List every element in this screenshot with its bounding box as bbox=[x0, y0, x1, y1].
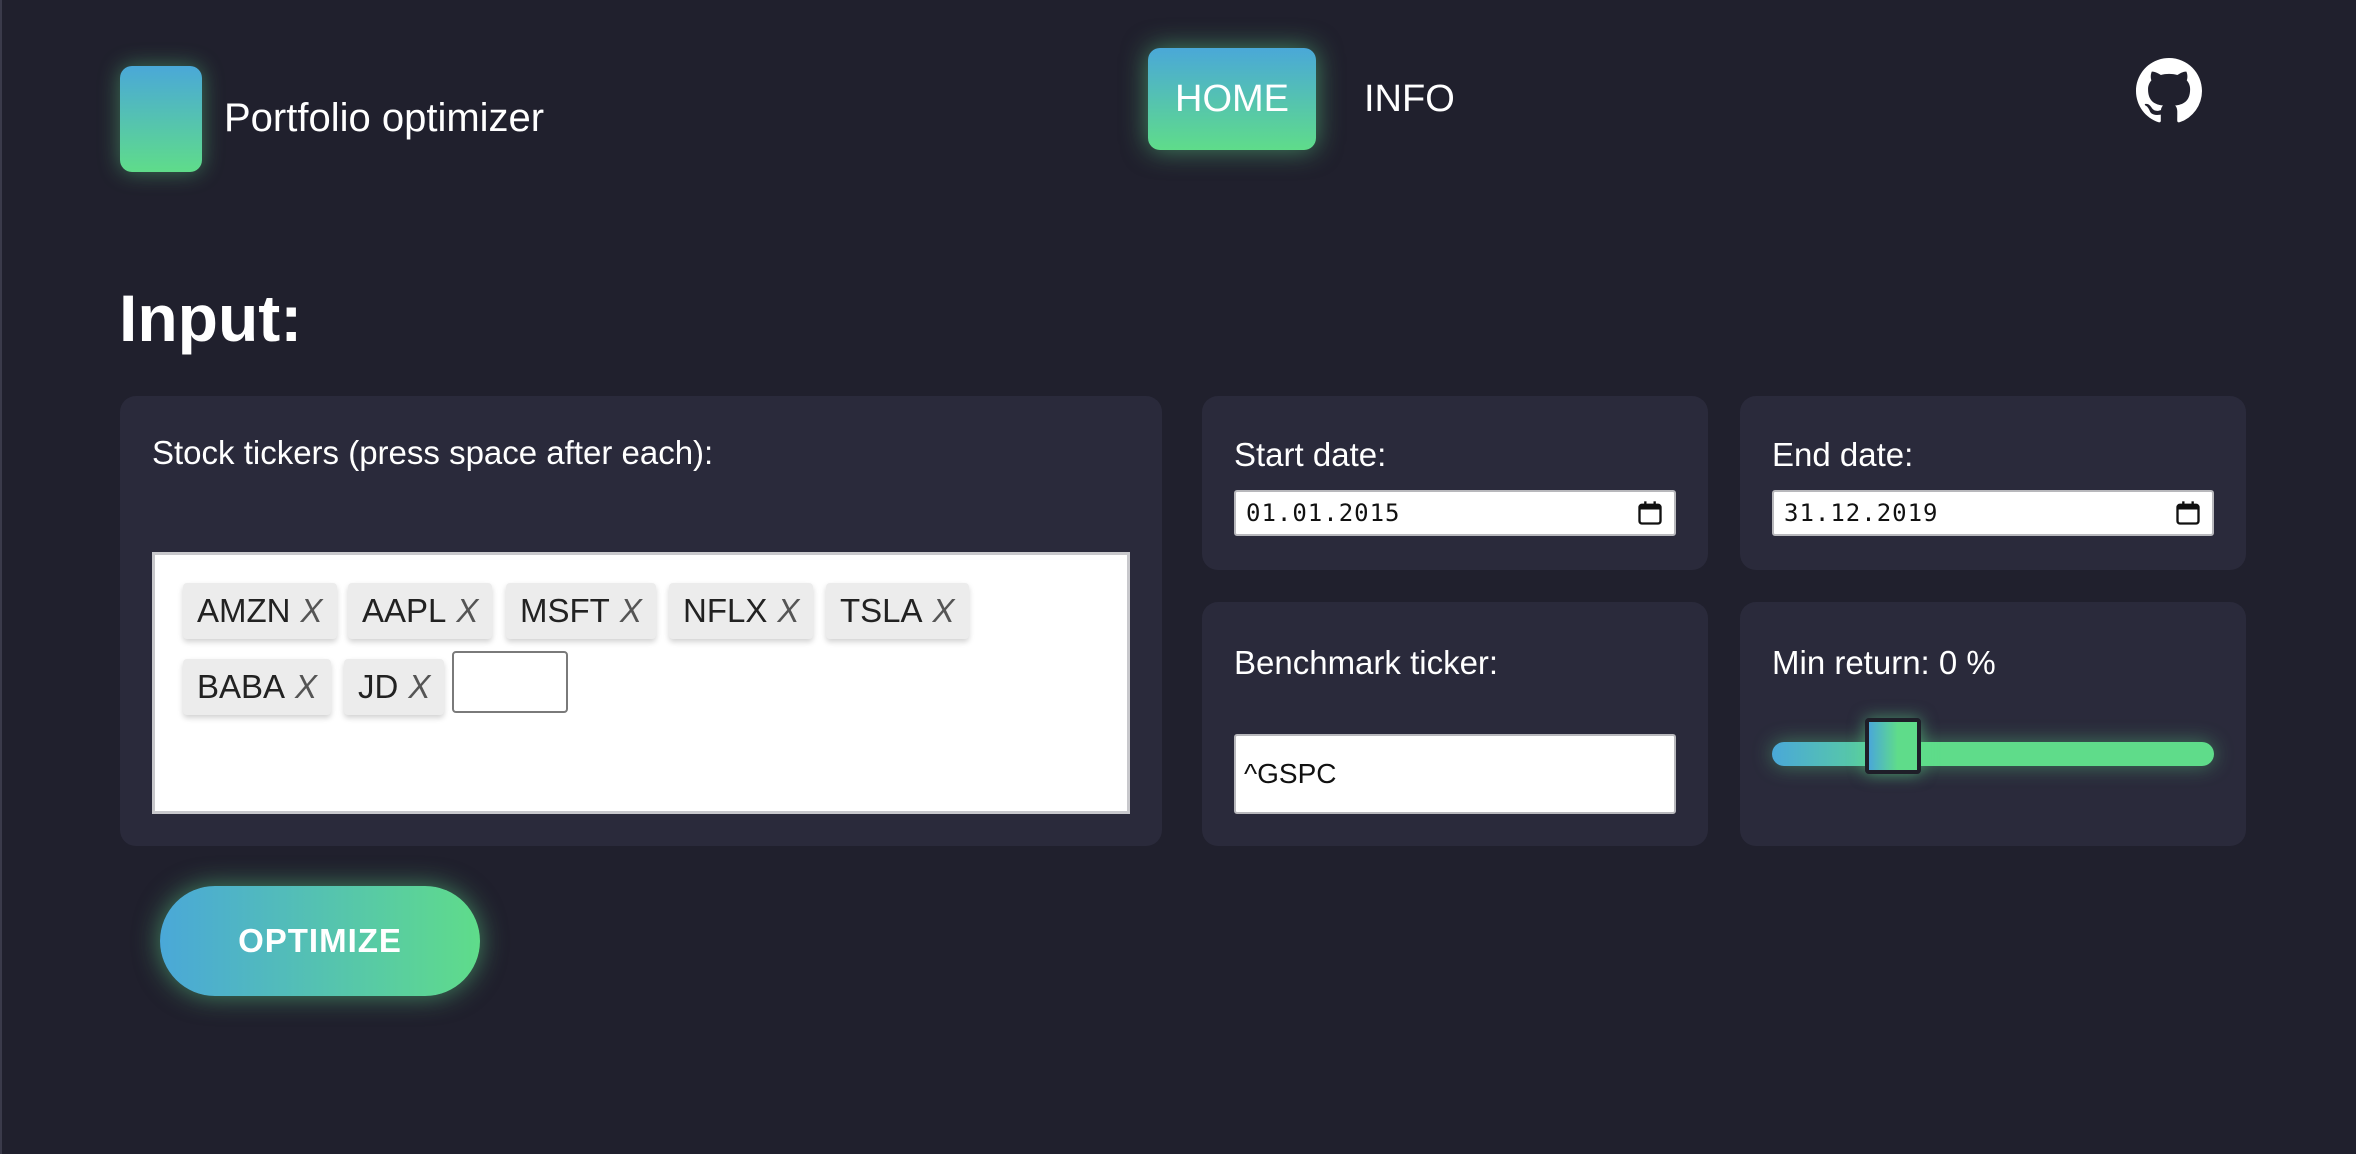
remove-tag-button[interactable]: X bbox=[301, 592, 323, 630]
ticker-tag: NFLX X bbox=[669, 583, 814, 639]
min-return-slider-track[interactable] bbox=[1772, 742, 2214, 766]
calendar-icon[interactable] bbox=[2174, 499, 2202, 527]
start-date-input[interactable]: 01.01.2015 bbox=[1234, 490, 1676, 536]
end-date-value: 31.12.2019 bbox=[1784, 499, 1939, 527]
remove-tag-button[interactable]: X bbox=[295, 668, 317, 706]
remove-tag-button[interactable]: X bbox=[408, 668, 430, 706]
tickers-input-box[interactable]: AMZN X AAPL X MSFT X NFLX X TSLA X BABA … bbox=[152, 552, 1130, 814]
github-icon[interactable] bbox=[2136, 58, 2202, 124]
end-date-card: End date: 31.12.2019 bbox=[1740, 396, 2246, 570]
ticker-tag-label: BABA bbox=[197, 668, 286, 705]
remove-tag-button[interactable]: X bbox=[933, 592, 955, 630]
remove-tag-button[interactable]: X bbox=[777, 592, 799, 630]
start-date-card: Start date: 01.01.2015 bbox=[1202, 396, 1708, 570]
benchmark-label: Benchmark ticker: bbox=[1234, 644, 1499, 681]
min-return-slider-thumb[interactable] bbox=[1864, 718, 1921, 774]
page: Portfolio optimizer HOME INFO Input: Sto… bbox=[0, 0, 2356, 1154]
ticker-tag: AAPL X bbox=[348, 583, 493, 639]
min-return-label: Min return: 0 % bbox=[1772, 644, 1996, 681]
new-ticker-input[interactable] bbox=[452, 651, 568, 713]
remove-tag-button[interactable]: X bbox=[456, 592, 478, 630]
start-date-label: Start date: bbox=[1234, 436, 1387, 473]
benchmark-ticker-input[interactable] bbox=[1234, 734, 1676, 814]
min-return-card: Min return: 0 % bbox=[1740, 602, 2246, 846]
ticker-tag-label: JD bbox=[358, 668, 399, 705]
start-date-value: 01.01.2015 bbox=[1246, 499, 1401, 527]
tickers-card: Stock tickers (press space after each): … bbox=[120, 396, 1162, 846]
calendar-icon[interactable] bbox=[1636, 499, 1664, 527]
ticker-tag-label: AMZN bbox=[197, 592, 291, 629]
ticker-tag: BABA X bbox=[183, 659, 332, 715]
nav-home-button[interactable]: HOME bbox=[1148, 48, 1316, 150]
optimize-button[interactable]: OPTIMIZE bbox=[160, 886, 480, 996]
ticker-tag-label: TSLA bbox=[840, 592, 923, 629]
ticker-tag-label: AAPL bbox=[362, 592, 447, 629]
github-icon-glyph bbox=[2136, 58, 2202, 123]
ticker-tag: MSFT X bbox=[506, 583, 656, 639]
ticker-tag: JD X bbox=[344, 659, 445, 715]
end-date-input[interactable]: 31.12.2019 bbox=[1772, 490, 2214, 536]
end-date-label: End date: bbox=[1772, 436, 1914, 473]
ticker-tag-label: NFLX bbox=[683, 592, 768, 629]
app-title: Portfolio optimizer bbox=[224, 96, 545, 140]
tickers-label: Stock tickers (press space after each): bbox=[152, 434, 714, 471]
ticker-tag: TSLA X bbox=[826, 583, 969, 639]
benchmark-card: Benchmark ticker: bbox=[1202, 602, 1708, 846]
ticker-tag-label: MSFT bbox=[520, 592, 610, 629]
nav-info-link[interactable]: INFO bbox=[1354, 48, 1465, 150]
remove-tag-button[interactable]: X bbox=[620, 592, 642, 630]
app-logo[interactable] bbox=[120, 66, 202, 172]
ticker-tag: AMZN X bbox=[183, 583, 337, 639]
page-title: Input: bbox=[119, 281, 303, 355]
